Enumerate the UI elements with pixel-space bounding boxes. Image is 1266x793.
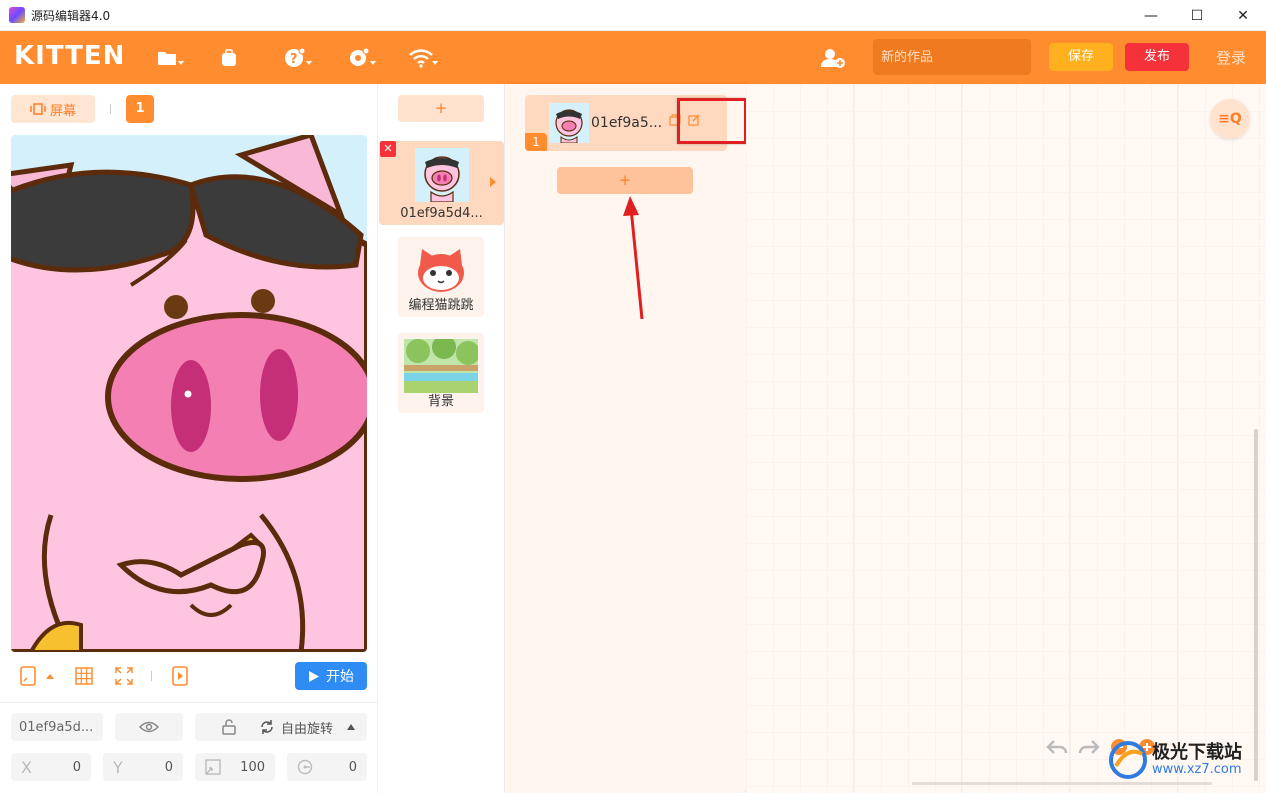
- vertical-scrollbar[interactable]: [1254, 429, 1258, 781]
- login-link[interactable]: 登录: [1216, 47, 1246, 68]
- watermark-url: www.xz7.com: [1152, 761, 1242, 777]
- stage-panel: 屏幕 1 开始 01ef9a5d... 自由旋转 X 0 Y 0 100 0: [0, 84, 378, 793]
- size-value: 100: [240, 759, 265, 775]
- sprite-props-row: 01ef9a5d... 自由旋转: [11, 713, 367, 741]
- rotation-mode-label: 自由旋转: [281, 721, 334, 737]
- minimize-button[interactable]: —: [1128, 0, 1174, 31]
- screen-button[interactable]: 屏幕: [11, 95, 95, 123]
- watermark-title: 极光下载站: [1152, 741, 1242, 763]
- x-field[interactable]: X 0: [11, 753, 91, 781]
- fullscreen-icon[interactable]: [114, 666, 134, 686]
- screen-label: 屏幕: [49, 103, 76, 119]
- delete-sprite-icon[interactable]: ✕: [380, 141, 396, 157]
- add-costume-button[interactable]: +: [557, 167, 693, 194]
- help-menu-icon[interactable]: ?: [280, 45, 312, 71]
- wifi-menu-icon[interactable]: [406, 45, 438, 71]
- app-icon: [9, 7, 25, 23]
- screen-icon: [30, 103, 46, 115]
- sprite-label: 编程猫跳跳: [408, 298, 474, 313]
- block-search-button[interactable]: ≡Q: [1210, 99, 1250, 139]
- undo-icon[interactable]: [1046, 739, 1068, 755]
- pig-thumbnail: [415, 148, 469, 202]
- direction-value: 0: [348, 759, 357, 775]
- rotation-mode-select[interactable]: 自由旋转: [247, 713, 367, 741]
- save-button[interactable]: 保存: [1049, 43, 1113, 71]
- direction-icon: [297, 759, 313, 775]
- costume-panel: 1 01ef9a5... +: [505, 84, 747, 793]
- grid-icon[interactable]: [74, 666, 94, 686]
- rotate-icon: [261, 720, 273, 734]
- backpack-icon[interactable]: [214, 45, 244, 71]
- publish-button[interactable]: 发布: [1125, 43, 1189, 71]
- add-collaborator-icon[interactable]: [818, 45, 848, 71]
- costume-item[interactable]: 1 01ef9a5...: [525, 95, 747, 151]
- expand-arrow-icon[interactable]: [490, 177, 496, 187]
- site-watermark: 极光下载站 www.xz7.com: [1108, 738, 1260, 782]
- y-label: Y: [113, 757, 123, 777]
- search-icon: ≡Q: [1218, 111, 1242, 127]
- sprite-label: 背景: [427, 394, 454, 409]
- play-icon: [309, 670, 319, 682]
- caret-up-icon[interactable]: [44, 666, 56, 686]
- stage-toolbar: 开始: [11, 660, 367, 692]
- add-sprite-button[interactable]: +: [398, 95, 484, 122]
- watermark-logo-icon: [1109, 741, 1147, 779]
- y-value: 0: [164, 759, 173, 775]
- divider: [151, 671, 152, 681]
- eye-icon: [139, 721, 159, 733]
- costume-thumbnail: [549, 103, 589, 143]
- caret-up-icon: [347, 724, 356, 730]
- sprite-item[interactable]: ✕ 01ef9a5d4...: [379, 141, 504, 225]
- visibility-toggle[interactable]: [115, 713, 183, 741]
- x-value: 0: [72, 759, 81, 775]
- code-canvas[interactable]: ≡Q: [746, 84, 1266, 793]
- unlock-icon: [222, 719, 236, 735]
- sprite-list-panel: + ✕ 01ef9a5d4... 编程猫跳跳 背景: [378, 84, 505, 793]
- horizontal-scrollbar[interactable]: [912, 782, 1212, 785]
- y-field[interactable]: Y 0: [103, 753, 183, 781]
- pig-sprite-image: [11, 135, 367, 652]
- maximize-button[interactable]: ☐: [1174, 0, 1220, 31]
- start-button[interactable]: 开始: [295, 662, 367, 690]
- background-thumbnail: [404, 339, 478, 393]
- redo-icon[interactable]: [1078, 739, 1100, 755]
- window-title: 源码编辑器4.0: [31, 8, 111, 23]
- costume-name: 01ef9a5...: [591, 115, 663, 131]
- annotation-arrow: [623, 196, 644, 320]
- highlight-annotation-box: [677, 98, 747, 144]
- svg-text:?: ?: [290, 52, 298, 67]
- sprite-label: 01ef9a5d4...: [400, 206, 483, 221]
- direction-field[interactable]: 0: [287, 753, 367, 781]
- stage-canvas[interactable]: [11, 135, 367, 652]
- settings-menu-icon[interactable]: [344, 45, 376, 71]
- grid-background: [746, 84, 1266, 793]
- screen-page-number[interactable]: 1: [126, 95, 154, 123]
- sprite-item[interactable]: 编程猫跳跳: [398, 237, 484, 317]
- close-button[interactable]: ✕: [1220, 0, 1266, 31]
- window-titlebar: 源码编辑器4.0 — ☐ ✕: [0, 0, 1266, 31]
- jumping-cat-thumbnail: [418, 249, 464, 292]
- work-title-input[interactable]: [873, 39, 1031, 75]
- divider: [0, 702, 378, 703]
- x-label: X: [21, 757, 32, 777]
- phone-size-icon[interactable]: [18, 666, 38, 686]
- start-label: 开始: [326, 669, 354, 685]
- scale-icon: [205, 759, 221, 775]
- folder-menu-icon[interactable]: [152, 45, 184, 71]
- preview-play-icon[interactable]: [170, 666, 190, 686]
- sprite-name-field[interactable]: 01ef9a5d...: [11, 713, 103, 741]
- sprite-item[interactable]: 背景: [398, 333, 484, 413]
- top-toolbar: KITTEN ? 保存 发布 登录: [0, 31, 1266, 84]
- divider: [110, 104, 111, 114]
- size-field[interactable]: 100: [195, 753, 275, 781]
- costume-number: 1: [525, 133, 547, 151]
- kitten-logo: KITTEN: [14, 41, 126, 71]
- sprite-position-row: X 0 Y 0 100 0: [11, 753, 367, 781]
